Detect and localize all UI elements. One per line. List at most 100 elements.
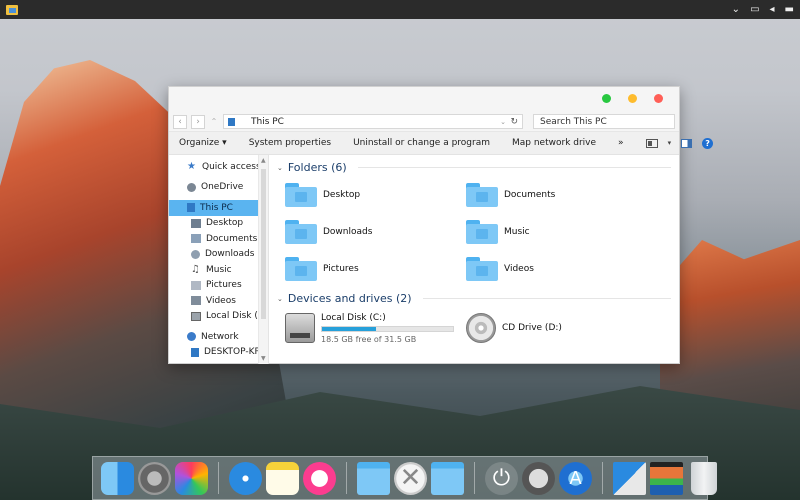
itunes-icon[interactable]: [303, 461, 336, 495]
sidebar-item-local-disk[interactable]: Local Disk (C:): [169, 309, 268, 325]
window-controls: [602, 94, 663, 103]
pictures-icon: [191, 280, 201, 290]
maximize-button[interactable]: [602, 94, 611, 103]
sidebar-item-label: Documents: [206, 233, 258, 244]
folder-label: Music: [504, 226, 530, 237]
documents-icon: [191, 234, 201, 244]
drive-name: Local Disk (C:): [321, 312, 386, 323]
scroll-down-icon[interactable]: ▼: [261, 355, 266, 362]
search-placeholder: Search This PC: [540, 116, 607, 127]
x-icon[interactable]: ✕: [394, 461, 427, 495]
preview-pane-icon[interactable]: [681, 138, 693, 148]
scrollbar-thumb[interactable]: [261, 169, 266, 319]
sidebar-item-desktop[interactable]: Desktop: [169, 216, 258, 232]
network-icon[interactable]: ▭: [750, 4, 759, 15]
preview-icon[interactable]: [613, 461, 646, 495]
system-properties-button[interactable]: System properties: [249, 138, 331, 148]
sidebar-item-desktop-pc[interactable]: DESKTOP-KPT6F: [169, 345, 268, 361]
view-dropdown-icon[interactable]: ▾: [668, 139, 672, 147]
finder-icon[interactable]: [101, 461, 134, 495]
folder-icon[interactable]: [357, 461, 390, 495]
launchpad-icon[interactable]: [522, 461, 555, 495]
sidebar-scrollbar[interactable]: ▲ ▼: [258, 155, 268, 364]
trash-icon[interactable]: [691, 461, 717, 495]
sidebar-item-onedrive[interactable]: OneDrive: [169, 180, 258, 196]
network-globe-icon: [187, 332, 196, 342]
folder-icon: [285, 256, 317, 281]
folders-grid: Desktop Documents Downloads Music Pictur…: [285, 179, 671, 284]
address-bar[interactable]: This PC ⌄ ↻: [223, 114, 523, 129]
sidebar-item-videos[interactable]: Videos: [169, 293, 258, 309]
more-commands-button[interactable]: »: [618, 138, 624, 148]
safari-icon[interactable]: [229, 461, 262, 495]
file-explorer-taskbar-icon[interactable]: [6, 4, 18, 15]
change-view-icon[interactable]: [645, 138, 658, 148]
drive-local-disk-c[interactable]: Local Disk (C:) 18.5 GB free of 31.5 GB: [285, 310, 466, 346]
monitor-icon[interactable]: [650, 461, 683, 495]
folder-videos[interactable]: Videos: [466, 253, 647, 284]
map-network-drive-button[interactable]: Map network drive: [512, 138, 596, 148]
app-store-icon[interactable]: A: [559, 461, 592, 495]
chevron-down-icon[interactable]: ⌄: [277, 295, 283, 303]
sidebar-item-downloads[interactable]: Downloads: [169, 247, 258, 263]
sidebar-item-music[interactable]: ♫ Music: [169, 262, 258, 278]
command-bar: Organize ▾ System properties Uninstall o…: [169, 132, 714, 155]
search-input[interactable]: Search This PC: [533, 114, 675, 129]
drives-group-header[interactable]: ⌄ Devices and drives (2): [277, 292, 671, 305]
computer-icon: [187, 203, 195, 213]
hard-drive-icon: [285, 313, 315, 343]
chevron-down-icon[interactable]: ⌄: [277, 164, 283, 172]
sidebar-item-label: Desktop: [206, 218, 244, 229]
folder-label: Pictures: [323, 263, 359, 274]
power-icon[interactable]: ⏻: [485, 461, 518, 495]
uninstall-program-button[interactable]: Uninstall or change a program: [353, 138, 490, 148]
music-note-icon: ♫: [191, 264, 200, 276]
folder-documents[interactable]: Documents: [466, 179, 647, 210]
address-dropdown-icon[interactable]: ⌄: [500, 118, 506, 126]
organize-button[interactable]: Organize ▾: [179, 138, 227, 148]
disk-usage-bar: [321, 325, 454, 332]
divider: [422, 298, 671, 299]
folder-app-icon[interactable]: [431, 461, 464, 495]
forward-button[interactable]: ›: [191, 114, 205, 129]
hard-drive-icon: [191, 311, 201, 321]
volume-icon[interactable]: ◂: [770, 4, 775, 15]
cd-disc-icon: [466, 313, 496, 343]
dock-separator: [346, 462, 347, 494]
keyboard-icon[interactable]: ▬: [785, 4, 794, 15]
title-bar[interactable]: [169, 87, 679, 112]
folder-downloads[interactable]: Downloads: [285, 216, 466, 247]
address-text: This PC: [251, 116, 284, 127]
minimize-button[interactable]: [628, 94, 637, 103]
help-icon[interactable]: ?: [702, 137, 714, 149]
sidebar-item-label: Network: [201, 331, 239, 342]
folders-group-header[interactable]: ⌄ Folders (6): [277, 161, 671, 174]
sidebar-item-documents[interactable]: Documents: [169, 231, 258, 247]
sidebar-item-this-pc[interactable]: This PC: [169, 200, 258, 216]
download-icon: [191, 249, 200, 259]
sidebar-item-label: This PC: [200, 202, 233, 213]
folder-music[interactable]: Music: [466, 216, 647, 247]
sidebar-item-quick-access[interactable]: ★ Quick access: [169, 159, 261, 175]
folder-icon: [466, 219, 498, 244]
sidebar-item-pictures[interactable]: Pictures: [169, 278, 258, 294]
system-preferences-icon[interactable]: [138, 461, 171, 495]
notes-icon[interactable]: [266, 461, 299, 495]
drive-cd-d[interactable]: CD Drive (D:): [466, 310, 647, 346]
sidebar-item-label: OneDrive: [201, 182, 244, 193]
chevron-down-icon[interactable]: ⌄: [732, 4, 740, 15]
close-button[interactable]: [654, 94, 663, 103]
game-center-icon[interactable]: [175, 461, 208, 495]
videos-icon: [191, 296, 201, 306]
up-button[interactable]: ⌃: [209, 117, 219, 126]
folder-desktop[interactable]: Desktop: [285, 179, 466, 210]
desktop-icon: [191, 218, 201, 228]
scroll-up-icon[interactable]: ▲: [261, 157, 266, 164]
file-explorer-window: ‹ › ⌃ This PC ⌄ ↻ Search This PC Organiz…: [168, 86, 714, 364]
back-button[interactable]: ‹: [173, 114, 187, 129]
refresh-icon[interactable]: ↻: [510, 117, 518, 127]
folder-pictures[interactable]: Pictures: [285, 253, 466, 284]
address-row: ‹ › ⌃ This PC ⌄ ↻ Search This PC: [169, 112, 679, 132]
sidebar-item-network[interactable]: Network: [169, 329, 258, 345]
computer-icon: [191, 347, 199, 357]
